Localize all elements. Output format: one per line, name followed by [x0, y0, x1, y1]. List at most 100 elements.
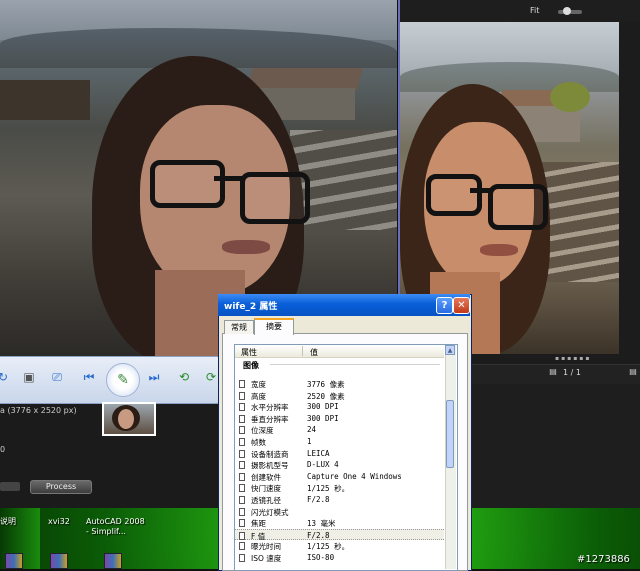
column-header-property[interactable]: 属性: [241, 347, 257, 358]
table-row[interactable]: 摄影机型号 D-LUX 4: [235, 459, 444, 471]
scroll-up-icon[interactable]: ▲: [445, 345, 455, 355]
property-name: 摄影机型号: [251, 461, 289, 471]
property-name: 透镜孔径: [251, 496, 281, 505]
thumbnail-face: [118, 409, 134, 429]
property-value: 300 DPI: [307, 402, 339, 412]
menu-icon[interactable]: ▤: [548, 367, 558, 377]
property-icon: [239, 461, 245, 470]
property-name: 曝光时间: [251, 542, 281, 552]
table-row[interactable]: 高度 2520 像素: [235, 390, 444, 402]
property-icon: [239, 426, 245, 435]
property-icon: [239, 403, 245, 412]
zoom-slider-handle[interactable]: [563, 7, 571, 15]
help-button[interactable]: ?: [436, 297, 453, 314]
table-row[interactable]: 曝光时间 1/125 秒。: [235, 540, 444, 552]
property-value: D-LUX 4: [307, 460, 339, 470]
property-icon: [239, 391, 245, 400]
property-value: F/2.8: [307, 530, 330, 540]
property-value: 300 DPI: [307, 413, 339, 423]
next-icon[interactable]: ⏭: [145, 368, 163, 386]
property-value: Capture One 4 Windows: [307, 471, 402, 481]
column-header-value[interactable]: 值: [310, 347, 318, 358]
panel-scrollbar[interactable]: [0, 482, 20, 491]
property-icon: [239, 472, 245, 481]
table-row[interactable]: 水平分辨率 300 DPI: [235, 401, 444, 413]
table-row[interactable]: 闪光灯模式: [235, 506, 444, 518]
fit-label: Fit: [530, 6, 540, 15]
property-icon: [239, 438, 245, 446]
desktop-icon-label[interactable]: 说明: [0, 517, 16, 527]
winrar-icon[interactable]: [5, 553, 23, 569]
property-name: 水平分辨率: [251, 403, 289, 413]
property-value: ISO-80: [307, 553, 335, 562]
table-row[interactable]: 设备制造商 LEICA: [235, 448, 444, 460]
desktop-icon-label[interactable]: AutoCAD 2008 - Simplif...: [86, 517, 146, 537]
tab-summary[interactable]: 摘要: [254, 318, 294, 335]
property-name: ISO 速度: [251, 554, 282, 563]
edit-icon[interactable]: ✎: [106, 363, 140, 397]
viewer-info-panel: [470, 384, 640, 508]
property-name: 位深度: [251, 426, 274, 436]
desktop-icon-label[interactable]: xvi32: [48, 517, 70, 527]
property-icon: [239, 531, 245, 540]
property-value: 1: [307, 437, 312, 446]
property-icon: [239, 554, 245, 562]
scrollbar-thumb[interactable]: [446, 400, 454, 468]
group-divider: [270, 364, 440, 365]
property-icon: [239, 542, 245, 551]
property-icon: [239, 484, 245, 493]
winrar-icon[interactable]: [50, 553, 68, 569]
property-icon: [239, 496, 245, 504]
property-icon: [239, 414, 245, 423]
property-name: 创建软件: [251, 472, 281, 482]
table-row[interactable]: 快门速度 1/125 秒。: [235, 482, 444, 494]
table-row[interactable]: 焦距 13 毫米: [235, 517, 444, 529]
property-icon: [239, 519, 245, 528]
table-row[interactable]: ISO 速度 ISO-80: [235, 552, 444, 564]
table-row[interactable]: 透镜孔径 F/2.8: [235, 494, 444, 506]
property-value: LEICA: [307, 448, 330, 458]
table-row[interactable]: 垂直分辨率 300 DPI: [235, 413, 444, 425]
tab-general[interactable]: 常规: [224, 320, 254, 334]
property-name: 设备制造商: [251, 449, 289, 459]
rotate-icon[interactable]: ↻: [0, 368, 12, 386]
viewer-topbar: [398, 0, 640, 22]
property-name: 垂直分辨率: [251, 414, 289, 424]
property-name: 帧数: [251, 438, 266, 447]
property-name: 宽度: [251, 380, 266, 389]
property-name: 焦距: [251, 519, 266, 529]
watermark: #1273886: [577, 554, 630, 565]
panel-value: 0: [0, 445, 6, 454]
property-value: 3776 像素: [307, 380, 345, 389]
group-label: 图像: [243, 361, 259, 370]
image-counter: 1 / 1: [563, 368, 581, 377]
property-value: 24: [307, 425, 317, 435]
property-name: 高度: [251, 391, 266, 401]
property-icon: [239, 449, 245, 458]
table-row[interactable]: 帧数 1: [235, 436, 444, 448]
table-row[interactable]: 位深度 24: [235, 424, 444, 436]
property-value: F/2.8: [307, 495, 330, 504]
close-button[interactable]: ✕: [453, 297, 470, 314]
image-size-label: a (3776 x 2520 px): [0, 406, 77, 415]
slideshow-icon[interactable]: ⎚: [48, 368, 66, 386]
property-value: 2520 像素: [307, 391, 345, 401]
winrar-icon[interactable]: [104, 553, 122, 569]
property-value: 13 毫米: [307, 519, 336, 529]
table-row-selected[interactable]: F 值 F/2.8: [235, 528, 444, 541]
property-value: 1/125 秒。: [307, 542, 350, 552]
process-button[interactable]: Process: [30, 480, 92, 494]
property-icon: [239, 380, 245, 388]
viewer-right-margin: [619, 22, 640, 358]
menu-icon[interactable]: ▤: [628, 367, 638, 377]
previous-icon[interactable]: ⏮: [80, 368, 98, 386]
property-icon: [239, 507, 245, 516]
rotate-left-icon[interactable]: ⟲: [175, 368, 193, 386]
table-row[interactable]: 宽度 3776 像素: [235, 378, 444, 390]
property-value: 1/125 秒。: [307, 484, 350, 494]
navigation-dots[interactable]: ▪▪▪▪▪▪: [555, 355, 591, 362]
column-divider[interactable]: [302, 346, 303, 356]
dialog-title: wife_2 属性: [224, 302, 278, 312]
table-row[interactable]: 创建软件 Capture One 4 Windows: [235, 471, 444, 483]
actual-size-icon[interactable]: ▣: [20, 368, 38, 386]
